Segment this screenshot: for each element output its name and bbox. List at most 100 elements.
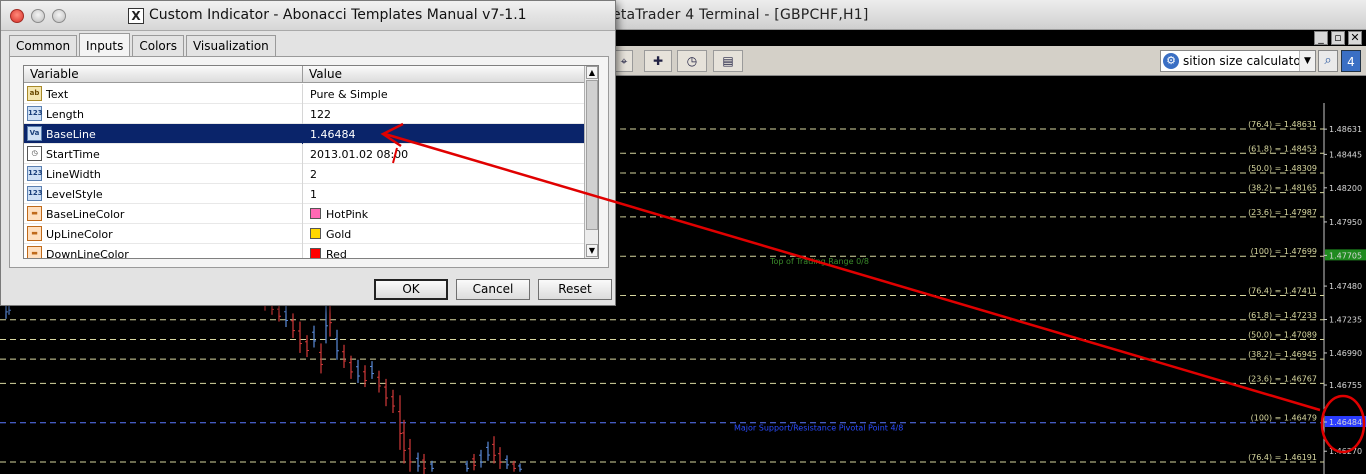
ok-button[interactable]: OK: [374, 279, 448, 300]
search-icon[interactable]: ⌕: [1318, 50, 1338, 72]
row-variable: Length: [46, 108, 84, 121]
cell-divider: [302, 244, 303, 258]
double-type-icon: Va: [27, 126, 42, 141]
tab-bar: Common Inputs Colors Visualization: [9, 33, 278, 57]
fib-level-label: (50.0) = 1.48309: [1248, 164, 1317, 173]
mdi-close-button[interactable]: ✕: [1348, 31, 1362, 45]
search-badge[interactable]: 4: [1341, 50, 1361, 72]
grid-header: Variable Value: [24, 66, 584, 83]
zoom-button[interactable]: [52, 9, 66, 23]
custom-indicator-dialog: X Custom Indicator - Abonacci Templates …: [0, 0, 616, 306]
color-swatch: [310, 228, 321, 239]
inputs-grid: Variable Value ab Text Pure & Simple 123…: [23, 65, 599, 259]
row-variable: UpLineColor: [46, 228, 113, 241]
price-axis-label: 1.48631: [1329, 125, 1362, 134]
datetime-type-icon: ◷: [27, 146, 42, 161]
price-axis-label: 1.46484: [1329, 418, 1362, 427]
row-variable: DownLineColor: [46, 248, 129, 259]
cell-divider: [302, 224, 303, 244]
scroll-thumb[interactable]: [586, 80, 598, 230]
cancel-button[interactable]: Cancel: [456, 279, 530, 300]
price-axis-label: 1.46270: [1329, 447, 1362, 456]
row-value[interactable]: 2013.01.02 08:00: [310, 148, 408, 161]
cell-divider: [302, 164, 303, 184]
grid-row-baselinecolor[interactable]: ▬ BaseLineColor HotPink: [24, 204, 584, 224]
col-value-header[interactable]: Value: [309, 67, 342, 81]
tab-common[interactable]: Common: [9, 35, 78, 56]
close-button[interactable]: [10, 9, 24, 23]
fib-level-label: (61.8) = 1.48453: [1248, 144, 1317, 153]
row-variable: LevelStyle: [46, 188, 103, 201]
fib-level-label: (23.6) = 1.47987: [1248, 208, 1317, 217]
minimize-button[interactable]: [31, 9, 45, 23]
cell-divider: [302, 124, 303, 144]
mdi-restore-button[interactable]: ▫: [1331, 31, 1345, 45]
scroll-down-icon[interactable]: ▼: [586, 244, 598, 257]
price-axis-label: 1.47950: [1329, 218, 1362, 227]
row-value[interactable]: 1.46484: [310, 128, 356, 141]
scroll-up-icon[interactable]: ▲: [586, 66, 598, 79]
grid-row-text[interactable]: ab Text Pure & Simple: [24, 84, 584, 104]
price-axis-label: 1.47235: [1329, 316, 1362, 325]
grid-row-baseline[interactable]: Va BaseLine 1.46484: [24, 124, 584, 144]
row-value[interactable]: Red: [326, 248, 347, 258]
fib-level-label: (100) = 1.46479: [1251, 414, 1317, 423]
grid-row-levelstyle[interactable]: 123 LevelStyle 1: [24, 184, 584, 204]
grid-row-linewidth[interactable]: 123 LineWidth 2: [24, 164, 584, 184]
tab-colors[interactable]: Colors: [132, 35, 184, 56]
tab-inputs[interactable]: Inputs: [79, 33, 131, 56]
crosshair-icon[interactable]: ⌖: [615, 50, 633, 72]
cell-divider: [302, 184, 303, 204]
terminal-title: etaTrader 4 Terminal - [GBPCHF,H1]: [612, 7, 869, 23]
row-variable: BaseLineColor: [46, 208, 125, 221]
reset-button[interactable]: Reset: [538, 279, 612, 300]
row-variable: BaseLine: [46, 128, 96, 141]
periods-clock-icon[interactable]: ◷: [677, 50, 707, 72]
fib-level-label: (76.4) = 1.47411: [1248, 287, 1317, 296]
price-axis-label: 1.46755: [1329, 381, 1362, 390]
grid-row-uplinecolor[interactable]: ▬ UpLineColor Gold: [24, 224, 584, 244]
cell-divider: [302, 104, 303, 124]
fib-level-label: (76.4) = 1.46191: [1248, 453, 1317, 462]
row-value[interactable]: Pure & Simple: [310, 88, 388, 101]
cell-divider: [302, 84, 303, 104]
color-swatch: [310, 248, 321, 258]
price-axis-label: 1.48200: [1329, 184, 1362, 193]
color-type-icon: ▬: [27, 246, 42, 258]
tab-visualization[interactable]: Visualization: [185, 35, 276, 56]
column-divider[interactable]: [302, 66, 303, 83]
color-swatch: [310, 208, 321, 219]
search-value: sition size calculator: [1183, 54, 1306, 68]
chevron-down-icon[interactable]: ▼: [1299, 51, 1315, 71]
screen: etaTrader 4 Terminal - [GBPCHF,H1] _ ▫ ✕…: [0, 0, 1366, 474]
fib-level-label: (61.8) = 1.47233: [1248, 311, 1317, 320]
add-indicator-icon[interactable]: ✚: [644, 50, 672, 72]
fib-level-label: (38.2) = 1.48165: [1248, 184, 1317, 193]
vertical-scrollbar[interactable]: ▲ ▼: [584, 66, 598, 258]
integer-type-icon: 123: [27, 186, 43, 201]
row-value[interactable]: Gold: [326, 228, 351, 241]
row-value[interactable]: HotPink: [326, 208, 368, 221]
gear-icon: ⚙: [1163, 53, 1179, 69]
mdi-minimize-button[interactable]: _: [1314, 31, 1328, 45]
col-variable-header[interactable]: Variable: [30, 67, 79, 81]
grid-row-length[interactable]: 123 Length 122: [24, 104, 584, 124]
search-input[interactable]: ⚙ sition size calculator ▼: [1160, 50, 1316, 72]
grid-row-starttime[interactable]: ◷ StartTime 2013.01.02 08:00: [24, 144, 584, 164]
integer-type-icon: 123: [27, 166, 43, 181]
templates-icon[interactable]: ▤: [713, 50, 743, 72]
x11-app-icon: X: [128, 8, 144, 24]
row-value[interactable]: 1: [310, 188, 317, 201]
fib-level-label: (23.6) = 1.46767: [1248, 374, 1317, 383]
mdi-controls: _ ▫ ✕: [1314, 31, 1362, 45]
fib-level-label: (76.4) = 1.48631: [1248, 120, 1317, 129]
row-value[interactable]: 2: [310, 168, 317, 181]
price-axis-label: 1.48445: [1329, 150, 1362, 159]
row-value[interactable]: 122: [310, 108, 331, 121]
cell-divider: [302, 204, 303, 224]
row-variable: LineWidth: [46, 168, 101, 181]
row-variable: StartTime: [46, 148, 100, 161]
grid-row-downlinecolor[interactable]: ▬ DownLineColor Red: [24, 244, 584, 259]
price-axis-label: 1.47480: [1329, 282, 1362, 291]
integer-type-icon: 123: [27, 106, 43, 121]
